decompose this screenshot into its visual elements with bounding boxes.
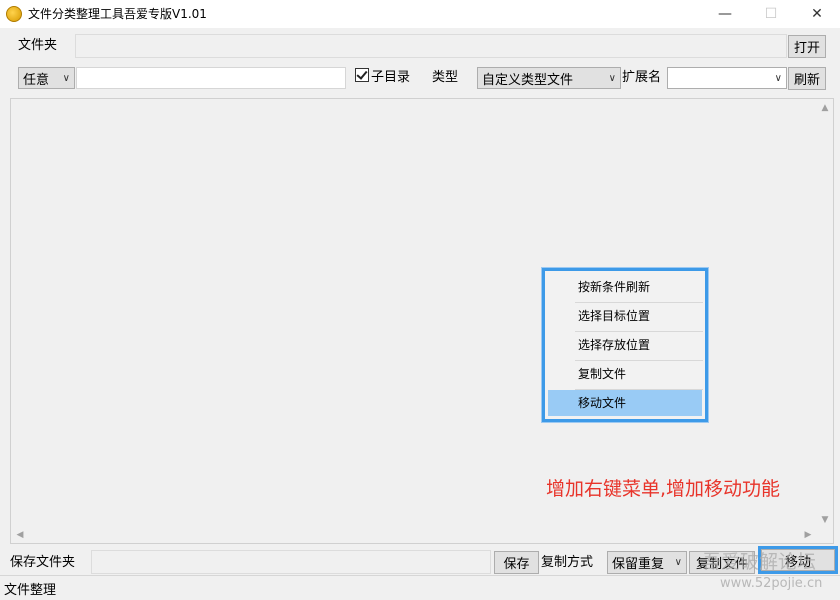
menu-item-select-target[interactable]: 选择目标位置 <box>548 303 702 329</box>
open-folder-button[interactable]: 打开 <box>788 35 826 58</box>
scroll-left-icon[interactable]: ◀ <box>12 528 28 542</box>
save-folder-label: 保存文件夹 <box>10 555 76 570</box>
save-button[interactable]: 保存 <box>494 551 539 574</box>
maximize-button[interactable]: ☐ <box>748 0 794 28</box>
minimize-button[interactable]: — <box>702 0 748 28</box>
app-icon <box>6 6 22 22</box>
menu-item-copy-file[interactable]: 复制文件 <box>548 361 702 387</box>
chevron-down-icon: ∨ <box>774 72 782 84</box>
keyword-input[interactable] <box>76 67 346 89</box>
status-bar: 文件整理 <box>0 575 840 600</box>
type-select[interactable]: 自定义类型文件 ∨ <box>477 67 621 89</box>
ext-select[interactable]: ∨ <box>667 67 787 89</box>
save-folder-path-field[interactable] <box>91 550 491 574</box>
chevron-down-icon: ∨ <box>62 72 70 84</box>
menu-item-select-storage[interactable]: 选择存放位置 <box>548 332 702 358</box>
checkbox-checked-icon <box>355 68 369 82</box>
scroll-right-icon[interactable]: ▶ <box>800 528 816 542</box>
type-value: 自定义类型文件 <box>482 72 574 88</box>
subdir-label: 子目录 <box>371 70 411 85</box>
copy-mode-label: 复制方式 <box>541 555 594 570</box>
chevron-down-icon: ∨ <box>674 557 682 568</box>
chevron-down-icon: ∨ <box>608 72 616 84</box>
menu-item-refresh-by-condition[interactable]: 按新条件刷新 <box>548 274 702 300</box>
copy-mode-value: 保留重复 <box>612 557 665 572</box>
status-text: 文件整理 <box>4 583 57 598</box>
folder-path-field[interactable] <box>75 34 787 58</box>
match-mode-select[interactable]: 任意 ∨ <box>18 67 75 89</box>
scroll-down-icon[interactable]: ▼ <box>818 512 832 528</box>
menu-item-move-file[interactable]: 移动文件 <box>548 390 702 416</box>
context-menu: 按新条件刷新 选择目标位置 选择存放位置 复制文件 移动文件 <box>542 268 708 422</box>
ext-label: 扩展名 <box>622 70 662 85</box>
refresh-button[interactable]: 刷新 <box>788 67 826 90</box>
type-label: 类型 <box>432 70 459 85</box>
subdir-checkbox[interactable]: 子目录 <box>355 68 410 88</box>
watermark-text: 吾爱破解论坛 <box>702 551 817 573</box>
close-button[interactable]: ✕ <box>794 0 840 28</box>
watermark-url: www.52pojie.cn <box>720 576 823 591</box>
window-title: 文件分类整理工具吾爱专版V1.01 <box>28 7 207 21</box>
folder-label: 文件夹 <box>18 38 58 53</box>
scroll-up-icon[interactable]: ▲ <box>818 100 832 116</box>
annotation-text: 增加右键菜单,增加移动功能 <box>546 478 781 500</box>
copy-mode-select[interactable]: 保留重复 ∨ <box>607 551 687 574</box>
match-mode-value: 任意 <box>23 72 50 88</box>
